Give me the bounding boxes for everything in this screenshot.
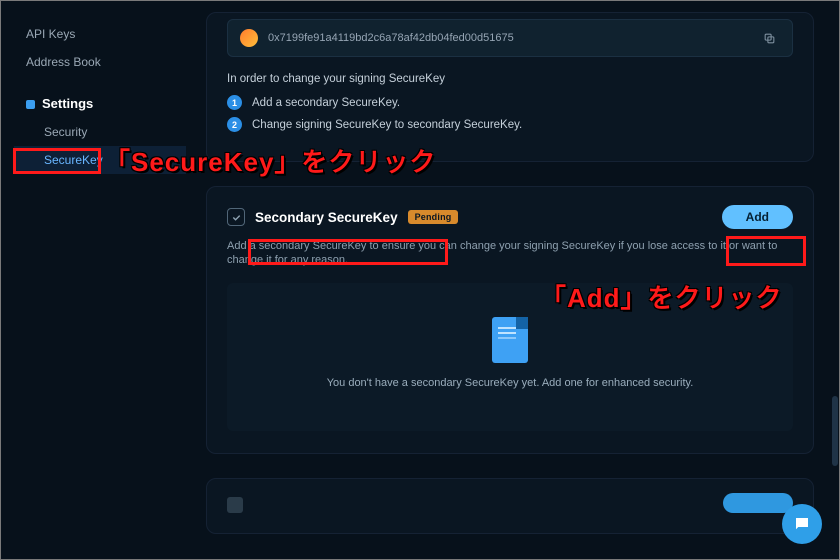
instruction-step: 1 Add a secondary SecureKey. (227, 95, 793, 110)
document-icon (492, 317, 528, 363)
sidebar-item-label: API Keys (26, 26, 75, 42)
copy-icon (763, 32, 776, 45)
chat-fab[interactable] (782, 504, 822, 544)
identicon-icon (240, 29, 258, 47)
status-badge: Pending (408, 210, 459, 224)
instruction-text: In order to change your signing SecureKe… (227, 73, 793, 85)
sidebar-item-address-book[interactable]: Address Book (14, 48, 186, 76)
step-number-icon: 2 (227, 117, 242, 132)
empty-state-text: You don't have a secondary SecureKey yet… (227, 377, 793, 389)
sidebar: API Keys Address Book Settings Security … (0, 6, 186, 560)
step-text: Change signing SecureKey to secondary Se… (252, 119, 522, 131)
add-button[interactable]: Add (722, 205, 793, 229)
step-number-icon: 1 (227, 95, 242, 110)
empty-state: You don't have a secondary SecureKey yet… (227, 283, 793, 431)
sidebar-item-securekey[interactable]: SecureKey (14, 146, 186, 174)
square-bullet-icon (26, 100, 35, 109)
instruction-steps: 1 Add a secondary SecureKey. 2 Change si… (227, 95, 793, 132)
secondary-securekey-panel: Secondary SecureKey Pending Add Add a se… (206, 186, 814, 454)
sidebar-group-settings[interactable]: Settings (14, 90, 186, 118)
sidebar-item-api-keys[interactable]: API Keys (14, 20, 186, 48)
placeholder-icon (227, 497, 243, 513)
securekey-hash: 0x7199fe91a4119bd2c6a78af42db04fed00d516… (268, 32, 748, 44)
sidebar-item-label: Address Book (26, 54, 101, 70)
signing-securekey-panel: 0x7199fe91a4119bd2c6a78af42db04fed00d516… (206, 12, 814, 162)
placeholder-button[interactable] (723, 493, 793, 513)
sidebar-item-label: Security (44, 124, 87, 140)
securekey-hash-row: 0x7199fe91a4119bd2c6a78af42db04fed00d516… (227, 19, 793, 57)
panel-header: Secondary SecureKey Pending Add (227, 205, 793, 229)
next-panel-partial (206, 478, 814, 534)
scrollbar[interactable] (832, 396, 838, 466)
shield-check-icon (227, 208, 245, 226)
step-text: Add a secondary SecureKey. (252, 97, 400, 109)
main-content: 0x7199fe91a4119bd2c6a78af42db04fed00d516… (186, 6, 840, 560)
chat-icon (793, 515, 811, 533)
panel-description: Add a secondary SecureKey to ensure you … (227, 239, 793, 267)
sidebar-item-security[interactable]: Security (14, 118, 186, 146)
sidebar-group-label: Settings (42, 96, 93, 112)
sidebar-item-label: SecureKey (44, 152, 103, 168)
instruction-step: 2 Change signing SecureKey to secondary … (227, 117, 793, 132)
panel-title: Secondary SecureKey (255, 210, 398, 225)
copy-button[interactable] (758, 28, 780, 48)
